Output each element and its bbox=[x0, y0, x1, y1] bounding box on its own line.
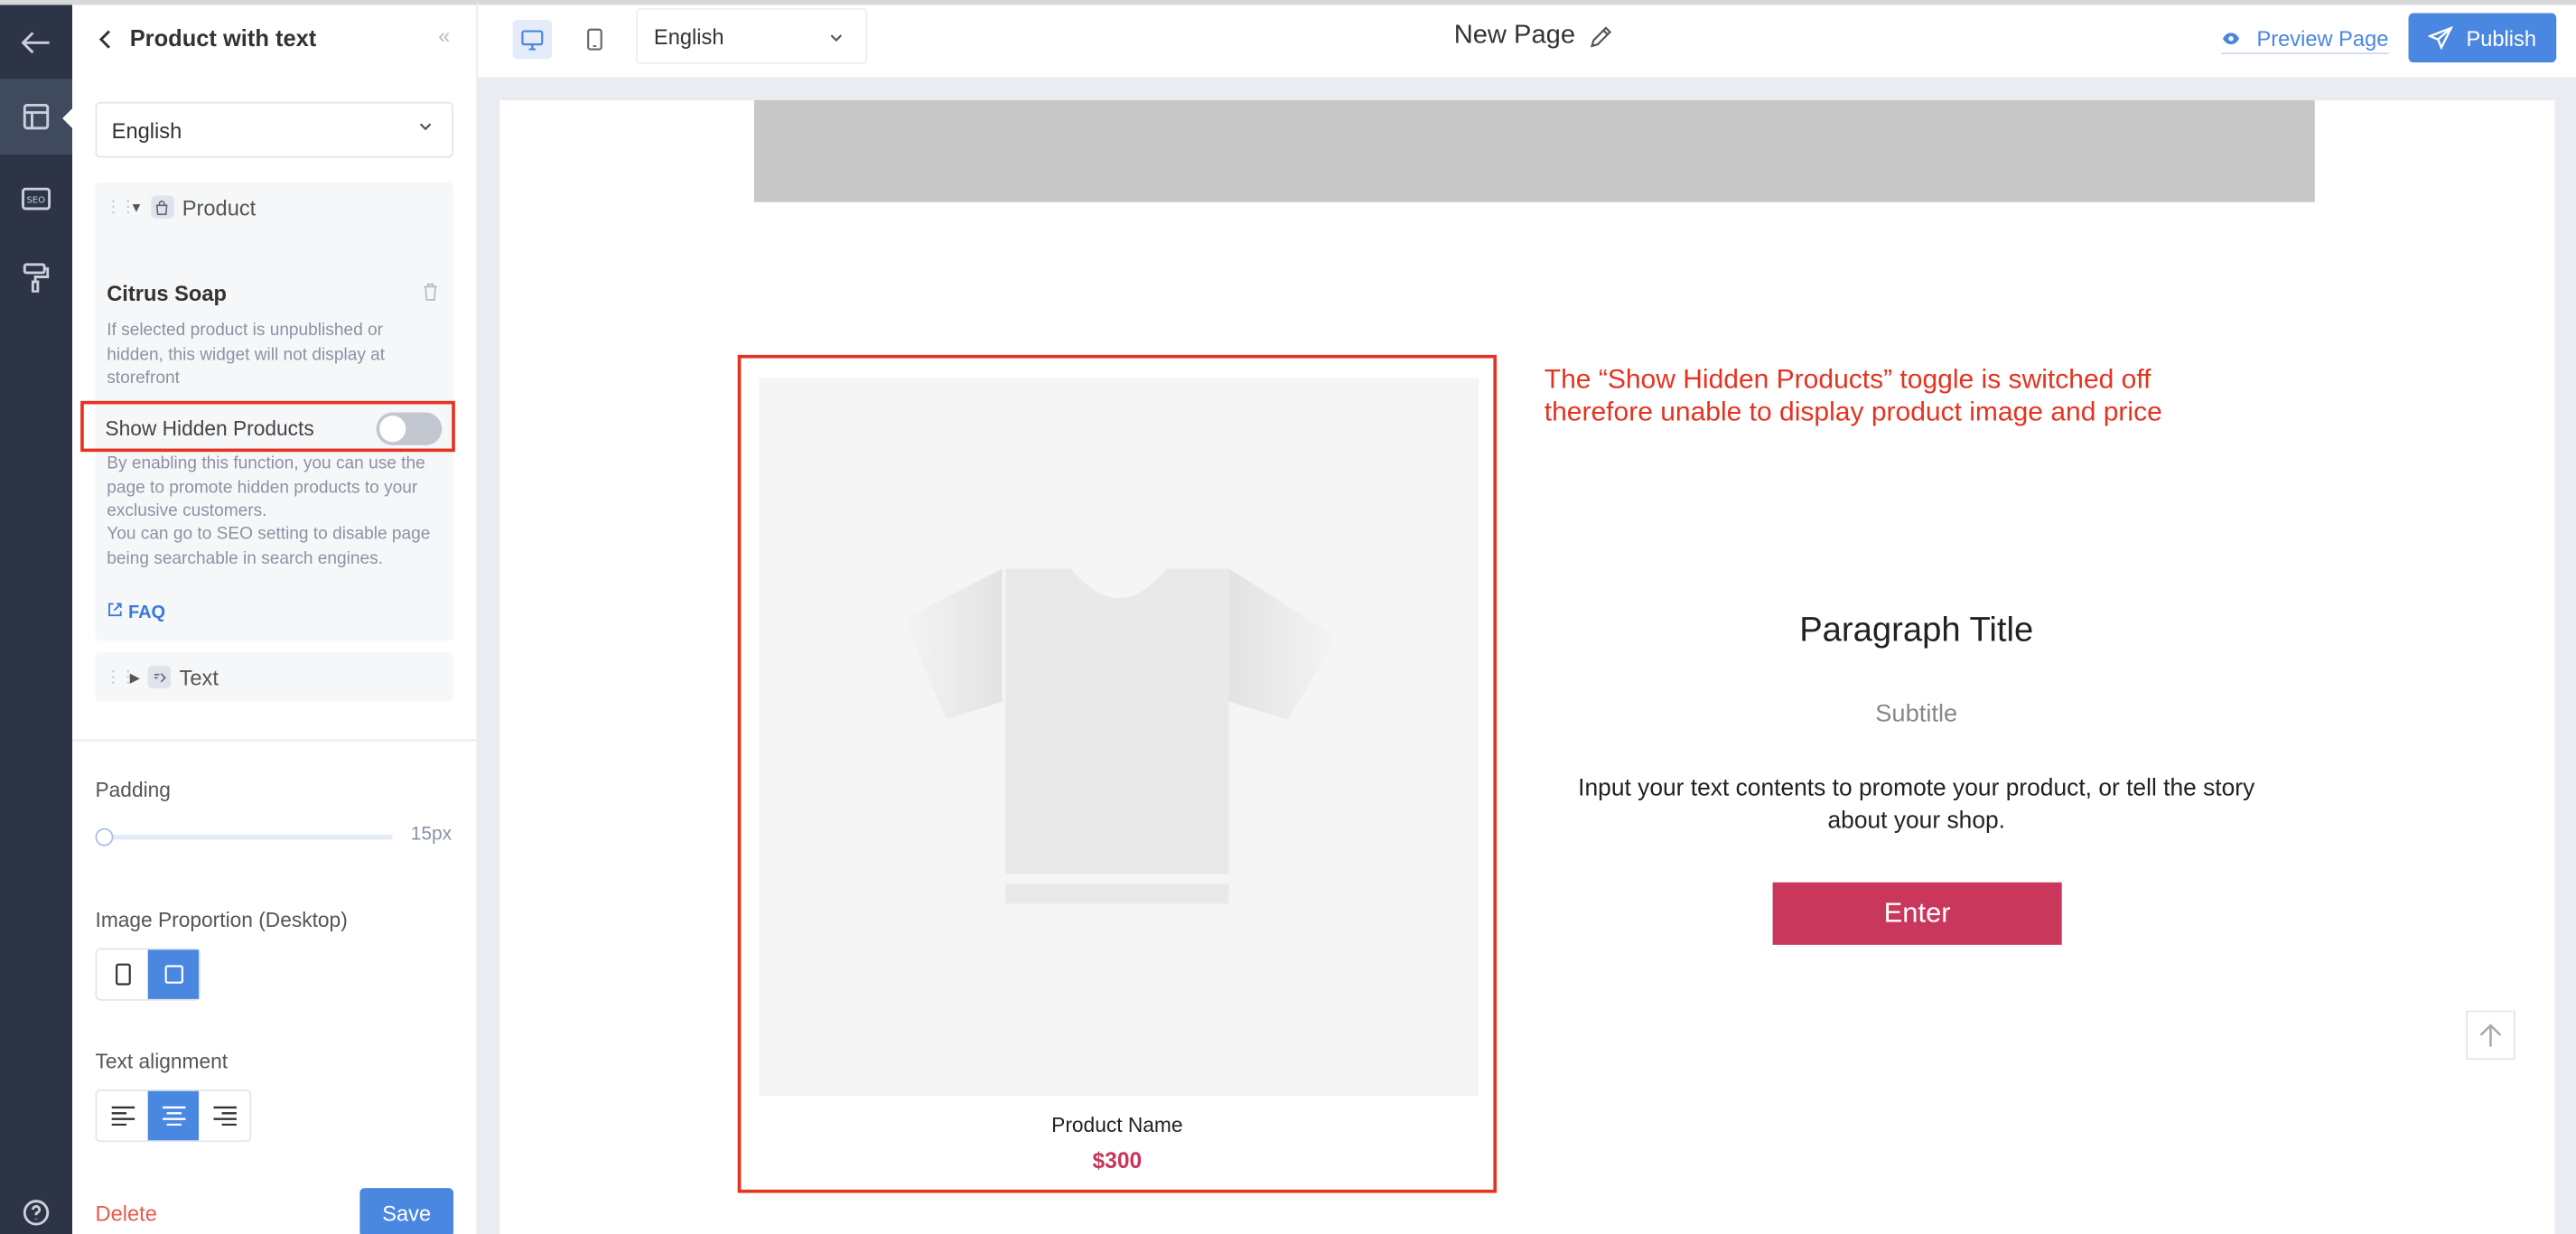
text-block-label: Text bbox=[179, 664, 219, 690]
preview-language-select[interactable]: English bbox=[635, 8, 868, 64]
product-price: $300 bbox=[1092, 1148, 1143, 1173]
trash-icon[interactable] bbox=[422, 283, 438, 301]
rail-seo[interactable]: SEO bbox=[0, 161, 72, 237]
faq-link[interactable]: FAQ bbox=[107, 602, 166, 623]
align-left-icon bbox=[110, 1106, 135, 1126]
caret-right-icon[interactable]: ▶ bbox=[130, 669, 140, 684]
back-button[interactable] bbox=[0, 5, 72, 80]
drag-handle-icon[interactable]: ⋮⋮ bbox=[105, 198, 136, 216]
align-left-button[interactable] bbox=[97, 1091, 147, 1141]
back-to-top-button[interactable] bbox=[2466, 1010, 2515, 1061]
publish-label: Publish bbox=[2466, 25, 2537, 51]
align-right-icon bbox=[212, 1106, 237, 1126]
paragraph-body[interactable]: Input your text contents to promote your… bbox=[1567, 772, 2265, 838]
chevron-left-icon[interactable] bbox=[98, 29, 112, 49]
product-hint: If selected product is unpublished or hi… bbox=[107, 320, 386, 388]
slider-thumb[interactable] bbox=[95, 827, 114, 846]
send-icon bbox=[2428, 26, 2453, 50]
external-link-icon bbox=[108, 603, 122, 617]
preview-page-link[interactable]: Preview Page bbox=[2221, 26, 2389, 55]
help-icon bbox=[23, 1200, 50, 1226]
tshirt-placeholder-icon bbox=[903, 568, 1338, 904]
product-card-highlight[interactable]: Product Name $300 bbox=[737, 354, 1498, 1193]
paragraph-title[interactable]: Paragraph Title bbox=[1501, 612, 2331, 651]
page-preview: Product Name $300 The “Show Hidden Produ… bbox=[499, 99, 2555, 1234]
mobile-view-button[interactable] bbox=[575, 20, 615, 60]
panel-header: Product with text bbox=[72, 5, 476, 70]
caret-down-icon[interactable]: ▼ bbox=[130, 200, 143, 214]
svg-text:SEO: SEO bbox=[26, 196, 45, 206]
eye-icon bbox=[2222, 33, 2240, 45]
text-block: ⋮⋮ ▶ Text bbox=[95, 652, 454, 702]
annotation-note: The “Show Hidden Products” toggle is swi… bbox=[1545, 363, 2162, 429]
paragraph-subtitle[interactable]: Subtitle bbox=[1501, 700, 2331, 728]
annotation-line-2: therefore unable to display product imag… bbox=[1544, 397, 2162, 427]
page-title: New Page bbox=[1453, 21, 1576, 50]
preview-page-label: Preview Page bbox=[2256, 26, 2389, 51]
chevron-down-icon bbox=[419, 123, 432, 131]
padding-value: 15px bbox=[410, 825, 453, 845]
annotation-line-1: The “Show Hidden Products” toggle is swi… bbox=[1544, 364, 2151, 395]
padding-label: Padding bbox=[95, 779, 171, 802]
language-select[interactable]: English bbox=[95, 101, 454, 158]
faq-label: FAQ bbox=[127, 603, 166, 623]
pencil-icon[interactable] bbox=[1589, 24, 1613, 49]
product-name-label: Product Name bbox=[1051, 1114, 1183, 1137]
mobile-icon bbox=[587, 28, 602, 51]
toggle-hint-1: By enabling this function, you can use t… bbox=[107, 453, 425, 521]
square-icon bbox=[163, 965, 183, 984]
divider bbox=[72, 739, 479, 742]
paint-roller-icon bbox=[23, 263, 50, 293]
rail-layout[interactable] bbox=[0, 79, 74, 154]
seo-icon: SEO bbox=[22, 187, 51, 210]
language-select-value: English bbox=[111, 117, 182, 143]
drag-handle-icon[interactable]: ⋮⋮ bbox=[105, 668, 136, 686]
square-proportion-button[interactable] bbox=[147, 949, 200, 999]
delete-button[interactable]: Delete bbox=[95, 1201, 156, 1226]
publish-button[interactable]: Publish bbox=[2408, 13, 2557, 63]
icon-rail: SEO bbox=[0, 0, 74, 1234]
banner-placeholder[interactable] bbox=[753, 99, 2315, 202]
layout-icon bbox=[23, 103, 50, 130]
product-block-label: Product bbox=[182, 194, 257, 220]
save-button[interactable]: Save bbox=[359, 1188, 454, 1234]
collapse-panel-icon[interactable]: « bbox=[438, 23, 450, 47]
portrait-proportion-button[interactable] bbox=[97, 949, 147, 999]
desktop-icon bbox=[521, 29, 544, 50]
show-hidden-products-label: Show Hidden Products bbox=[105, 417, 314, 441]
portrait-icon bbox=[115, 963, 130, 986]
arrow-up-icon bbox=[2479, 1024, 2502, 1047]
top-bar: English New Page Preview Page Publish bbox=[478, 0, 2576, 78]
toggle-hint-2: You can go to SEO setting to disable pag… bbox=[107, 524, 431, 568]
text-alignment-group bbox=[95, 1089, 252, 1143]
selected-product-name[interactable]: Citrus Soap bbox=[107, 281, 227, 305]
enter-button[interactable]: Enter bbox=[1772, 882, 2062, 945]
text-block-header[interactable]: ⋮⋮ ▶ Text bbox=[95, 652, 453, 702]
text-block-icon bbox=[147, 665, 172, 689]
padding-slider[interactable] bbox=[95, 827, 393, 846]
preview-language-value: English bbox=[653, 23, 724, 49]
product-image-placeholder bbox=[759, 378, 1479, 1097]
text-alignment-label: Text alignment bbox=[95, 1050, 229, 1073]
align-center-button[interactable] bbox=[147, 1090, 200, 1141]
show-hidden-products-toggle[interactable] bbox=[376, 412, 443, 445]
app: SEO Product with text « English ⋮⋮ ▼ Pro… bbox=[0, 0, 2576, 1234]
image-proportion-label: Image Proportion (Desktop) bbox=[95, 908, 348, 932]
image-proportion-group bbox=[95, 948, 201, 1001]
chevron-down-icon bbox=[830, 34, 843, 42]
toggle-knob bbox=[379, 416, 406, 443]
panel-title: Product with text bbox=[129, 24, 317, 51]
back-arrow-icon bbox=[21, 32, 50, 54]
editor-canvas: Product Name $300 The “Show Hidden Produ… bbox=[478, 77, 2576, 1234]
align-center-icon bbox=[162, 1106, 185, 1126]
align-right-button[interactable] bbox=[199, 1091, 249, 1141]
rail-theme[interactable] bbox=[0, 240, 72, 316]
product-block-header[interactable]: ⋮⋮ ▼ Product bbox=[95, 182, 453, 232]
bag-icon bbox=[151, 195, 174, 219]
desktop-view-button[interactable] bbox=[512, 19, 553, 60]
help-button[interactable] bbox=[0, 1175, 72, 1234]
